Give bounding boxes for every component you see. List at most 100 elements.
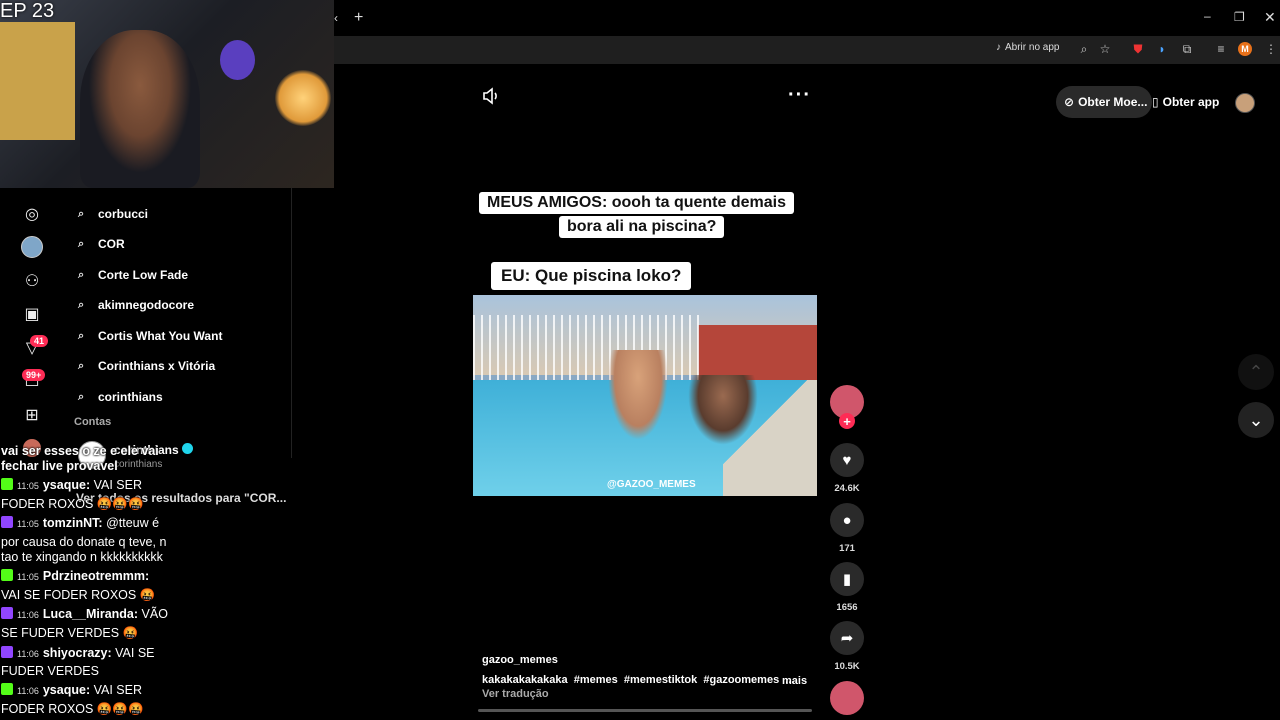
follow-plus-icon[interactable]: + <box>839 413 855 429</box>
chat-line: fechar live provavel <box>1 459 118 473</box>
get-coins-label: Obter Moe... <box>1078 95 1148 109</box>
video-description: kakakakakakaka #memes #memestiktok #gazo… <box>482 674 795 686</box>
person-two <box>688 375 758 445</box>
search-icon: ⌕ <box>78 208 85 220</box>
share-count: 10.5K <box>834 661 860 672</box>
video-progress-bar[interactable] <box>478 709 812 712</box>
live-icon[interactable]: ▣ <box>20 302 44 326</box>
volume-icon[interactable] <box>481 86 501 106</box>
chat-text: @tteuw é <box>106 516 160 530</box>
inbox-badge: 99+ <box>22 369 46 381</box>
browser-menu-icon[interactable]: ⋮ <box>1263 41 1279 57</box>
verified-icon <box>182 443 193 454</box>
suggestion-item[interactable]: ⌕ Corinthians x Vitória <box>78 356 215 376</box>
suggestion-label: akimnegodocore <box>98 298 195 312</box>
poster-art <box>0 22 75 140</box>
get-app-button[interactable]: ▯ Obter app <box>1146 86 1226 118</box>
minimize-button[interactable]: – <box>1204 9 1211 23</box>
get-app-label: Obter app <box>1162 95 1220 109</box>
chat-user: ysaque: <box>42 683 91 697</box>
more-link[interactable]: mais <box>782 675 807 687</box>
suggestion-label: corinthians <box>98 390 163 404</box>
restore-button[interactable]: ❐ <box>1234 10 1245 24</box>
save-count: 1656 <box>836 602 858 613</box>
zoom-icon[interactable]: ⌕ <box>1076 41 1092 57</box>
chat-line: FODER ROXOS 🤬🤬🤬 <box>1 702 144 716</box>
chat-line: SE FUDER VERDES 🤬 <box>1 626 139 640</box>
twitch-icon <box>1 607 13 619</box>
extensions-puzzle-icon[interactable]: ⧉ <box>1179 41 1195 57</box>
save-button[interactable]: ▮ <box>830 562 864 596</box>
chat-message: 11:05 tomzinNT: @tteuw é <box>1 514 159 534</box>
chat-text: VAI SER <box>93 683 142 697</box>
chat-line: VAI SE FODER ROXOS 🤬 <box>1 588 156 602</box>
profile-nav-avatar[interactable] <box>20 235 44 259</box>
bookmark-icon: ▮ <box>842 571 852 588</box>
chat-message: 11:06 ysaque: VAI SER <box>1 681 142 701</box>
chat-user: Pdrzineotremmm: <box>42 569 150 583</box>
comment-count: 171 <box>839 543 855 554</box>
open-in-app-label: Abrir no app <box>1005 42 1060 53</box>
sound-disc[interactable] <box>830 681 864 715</box>
next-video-button[interactable]: ⌄ <box>1238 402 1274 438</box>
chat-time: 11:05 <box>17 572 39 582</box>
browser-tab-bar: ‹ + – ❐ ✕ <box>334 0 1280 36</box>
chat-message: 11:06 Luca__Miranda: VÃO <box>1 605 168 625</box>
share-button[interactable]: ➦ <box>830 621 864 655</box>
suggestion-label: Cortis What You Want <box>98 329 223 343</box>
search-icon: ⌕ <box>78 299 85 311</box>
media-controls-icon[interactable]: ≡ <box>1213 41 1229 57</box>
video-watermark: @GAZOO_MEMES <box>607 479 696 490</box>
accounts-heading: Contas <box>74 416 112 428</box>
search-icon: ⌕ <box>78 238 85 250</box>
suggestion-item[interactable]: ⌕ corinthians <box>78 387 163 407</box>
caption-top-line1: MEUS AMIGOS: oooh ta quente demais <box>479 192 794 214</box>
share-arrow-icon: ➦ <box>840 630 854 647</box>
bookmark-star-icon[interactable]: ☆ <box>1097 41 1113 57</box>
search-icon: ⌕ <box>78 269 85 281</box>
open-in-app-chip[interactable]: ♪ Abrir no app <box>996 42 1059 53</box>
chat-line: tao te xingando n kkkkkkkkkk <box>1 550 163 564</box>
chat-message: 11:06 shiyocrazy: VAI SE <box>1 644 155 664</box>
explore-icon[interactable]: ◎ <box>20 202 44 226</box>
search-icon: ⌕ <box>78 360 85 372</box>
translate-link[interactable]: Ver tradução <box>482 688 549 700</box>
suggestion-item[interactable]: ⌕ COR <box>78 234 125 254</box>
extension-audio-icon[interactable]: ◗ <box>1154 41 1170 57</box>
chat-time: 11:05 <box>17 481 39 491</box>
new-tab-button[interactable]: + <box>354 9 363 27</box>
comment-button[interactable]: ● <box>830 503 864 537</box>
profile-avatar[interactable]: M <box>1238 42 1252 56</box>
chat-user: Luca__Miranda: <box>42 607 139 621</box>
caption-top-line2: bora ali na piscina? <box>559 216 725 238</box>
chat-user: ysaque: <box>42 478 91 492</box>
chat-time: 11:05 <box>17 519 39 529</box>
suggestion-item[interactable]: ⌕ Corte Low Fade <box>78 265 188 285</box>
tab-scroll-left-icon[interactable]: ‹ <box>334 11 338 25</box>
previous-video-button[interactable]: ⌃ <box>1238 354 1274 390</box>
suggestion-label: Corte Low Fade <box>98 268 189 282</box>
get-coins-button[interactable]: ⊘ Obter Moe... <box>1056 86 1152 118</box>
suggestion-item[interactable]: ⌕ akimnegodocore <box>78 295 194 315</box>
episode-label: EP 23 <box>0 0 55 22</box>
kick-icon <box>1 683 13 695</box>
suggestion-item[interactable]: ⌕ corbucci <box>78 204 148 224</box>
twitch-icon <box>1 516 13 528</box>
close-window-button[interactable]: ✕ <box>1264 9 1276 26</box>
following-icon[interactable]: ⚇ <box>20 269 44 293</box>
upload-icon[interactable]: ⊞ <box>20 403 44 427</box>
chat-text: VAI SER <box>93 478 142 492</box>
suggestion-item[interactable]: ⌕ Cortis What You Want <box>78 326 222 346</box>
chat-time: 11:06 <box>17 610 39 620</box>
twitch-icon <box>1 646 13 658</box>
more-options-icon[interactable]: ··· <box>788 84 811 107</box>
like-count: 24.6K <box>834 483 860 494</box>
user-avatar[interactable] <box>1235 93 1255 113</box>
video-frame-pool: @GAZOO_MEMES <box>473 295 817 496</box>
streamer-person <box>80 30 200 188</box>
video-author[interactable]: gazoo_memes <box>482 654 558 666</box>
extension-shield-icon[interactable]: ⛊ <box>1130 41 1146 57</box>
phone-icon: ▯ <box>1152 95 1159 109</box>
like-button[interactable]: ♥ <box>830 443 864 477</box>
kick-icon <box>1 569 13 581</box>
